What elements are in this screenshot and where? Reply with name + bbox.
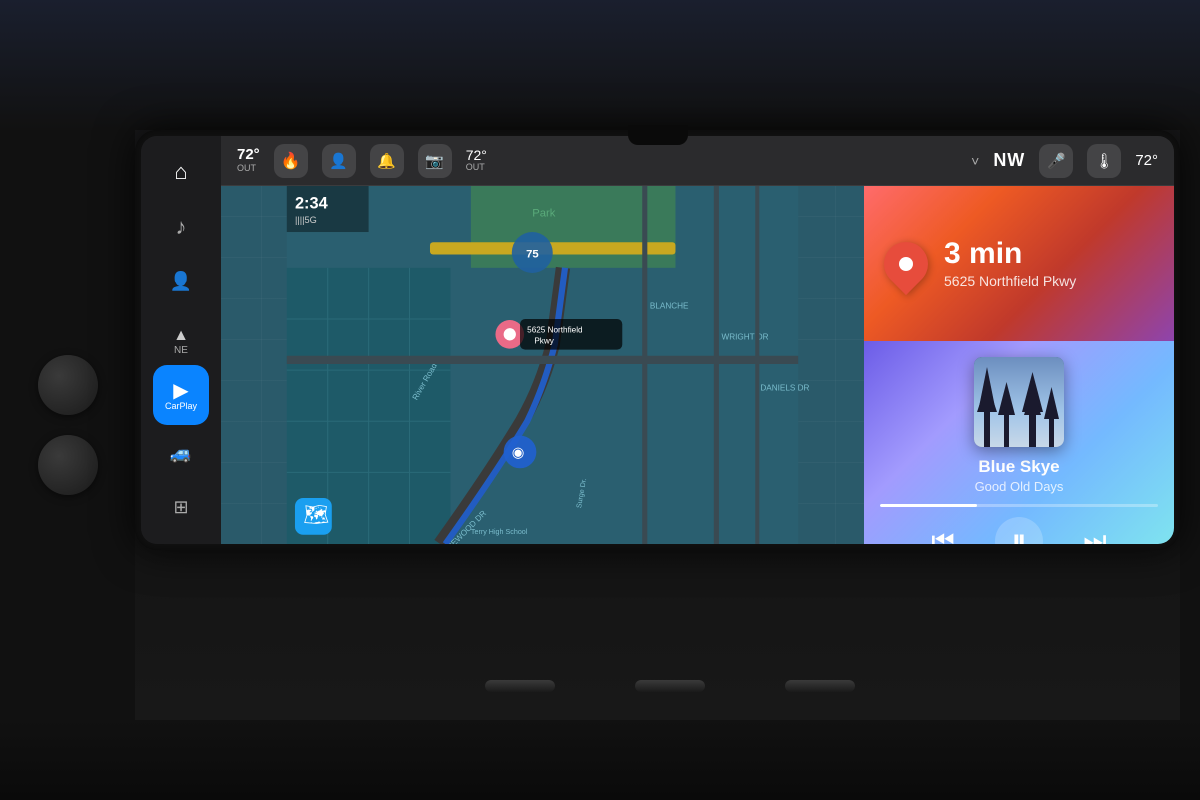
svg-text:DANIELS DR: DANIELS DR <box>760 384 809 393</box>
right-knob[interactable] <box>38 435 98 495</box>
sidebar-item-music[interactable]: ♪ <box>153 201 209 254</box>
svg-text:5625 Northfield: 5625 Northfield <box>527 325 583 334</box>
top-notch <box>628 125 688 145</box>
progress-fill <box>880 504 977 507</box>
status-bar: 72° OUT 🔥 👤 🔔 📷 72° OUT <box>221 136 1174 186</box>
right-panel: 3 min 5625 Northfield Pkwy <box>864 186 1174 544</box>
mic-icon-btn[interactable]: 🎤 <box>1039 144 1073 178</box>
sidebar-item-navigation[interactable]: ▲ NE <box>153 310 209 363</box>
svg-text:Terry High School: Terry High School <box>471 528 528 536</box>
music-controls: ⏮ ⏸ ⏭ <box>921 517 1117 544</box>
physical-controls <box>200 680 1140 720</box>
carplay-screen: ⌂ ♪ 👤 ▲ NE ▶ CarPlay 🚙 <box>141 136 1174 544</box>
nav-card: 3 min 5625 Northfield Pkwy <box>864 186 1174 341</box>
inside-temp-left: 72° OUT <box>466 148 487 173</box>
camera-icon-btn[interactable]: 📷 <box>418 144 452 178</box>
svg-text:Pkwy: Pkwy <box>534 337 554 346</box>
sidebar: ⌂ ♪ 👤 ▲ NE ▶ CarPlay 🚙 <box>141 136 221 544</box>
right-control-knob[interactable] <box>785 680 855 692</box>
svg-text:WRIGHT DR: WRIGHT DR <box>722 332 769 341</box>
camera-icon: 📷 <box>425 152 444 170</box>
sidebar-item-home[interactable]: ⌂ <box>153 146 209 199</box>
bottom-bar <box>0 720 1200 800</box>
notification-icon-btn[interactable]: 🔔 <box>370 144 404 178</box>
outside-temp: 72° OUT <box>237 147 260 173</box>
album-art-svg <box>974 357 1064 447</box>
temp-gauge-icon: 🌡 <box>1095 152 1114 170</box>
left-panel <box>0 130 135 720</box>
engine-temp-btn[interactable]: 🌡 <box>1087 144 1121 178</box>
svg-text:||||5G: ||||5G <box>295 215 317 225</box>
main-content: Park 75 <box>221 186 1174 544</box>
contacts-icon: 👤 <box>329 152 348 170</box>
status-right: NW 🎤 🌡 72° <box>993 144 1158 178</box>
nav-info: 3 min 5625 Northfield Pkwy <box>944 239 1154 289</box>
forward-icon: ⏭ <box>1083 525 1106 544</box>
home-icon: ⌂ <box>174 159 187 185</box>
svg-text:Park: Park <box>532 208 556 220</box>
navigation-icon: ▲ <box>173 327 189 345</box>
music-card: Blue Skye Good Old Days ⏮ ⏸ <box>864 341 1174 544</box>
progress-bar[interactable] <box>880 504 1158 507</box>
screen-bezel: ⌂ ♪ 👤 ▲ NE ▶ CarPlay 🚙 <box>135 130 1180 550</box>
pause-icon: ⏸ <box>995 517 1043 544</box>
nav-pin-icon <box>875 232 937 294</box>
compass-display: NW <box>993 150 1025 171</box>
chevron-down-icon[interactable]: ˅ <box>971 153 979 169</box>
svg-text:75: 75 <box>526 249 539 261</box>
carplay-label: CarPlay <box>165 401 197 411</box>
sidebar-item-carplay[interactable]: ▶ CarPlay <box>153 365 209 425</box>
carplay-icon: ▶ <box>173 378 188 403</box>
nav-eta: 3 min <box>944 239 1154 269</box>
map-svg: Park 75 <box>221 186 864 544</box>
rewind-button[interactable]: ⏮ <box>921 519 965 544</box>
svg-text:2:34: 2:34 <box>295 195 329 213</box>
sidebar-item-person[interactable]: 👤 <box>153 255 209 308</box>
forward-button[interactable]: ⏭ <box>1073 519 1117 544</box>
svg-text:◉: ◉ <box>512 445 525 461</box>
sidebar-item-jeep[interactable]: 🚙 <box>153 427 209 480</box>
track-info: Blue Skye Good Old Days <box>975 457 1064 494</box>
fire-icon: 🔥 <box>281 151 301 171</box>
rewind-icon: ⏮ <box>931 525 954 544</box>
person-icon-btn[interactable]: 👤 <box>322 144 356 178</box>
album-art <box>974 357 1064 447</box>
bell-icon: 🔔 <box>377 152 396 170</box>
dashboard: ⌂ ♪ 👤 ▲ NE ▶ CarPlay 🚙 <box>0 0 1200 800</box>
jeep-icon: 🚙 <box>170 443 192 464</box>
nav-pin-dot <box>899 257 913 271</box>
track-artist: Good Old Days <box>975 479 1064 494</box>
person-icon: 👤 <box>170 271 192 292</box>
nav-address: 5625 Northfield Pkwy <box>944 273 1154 289</box>
fire-icon-btn[interactable]: 🔥 <box>274 144 308 178</box>
svg-text:BLANCHE: BLANCHE <box>650 302 689 311</box>
svg-text:🗺: 🗺 <box>303 503 329 526</box>
sidebar-item-grid[interactable]: ⊞ <box>153 481 209 534</box>
inside-temp: 72° <box>1135 152 1158 169</box>
track-name: Blue Skye <box>975 457 1064 477</box>
left-knob[interactable] <box>38 355 98 415</box>
mic-icon: 🎤 <box>1047 152 1066 170</box>
play-pause-button[interactable]: ⏸ <box>995 517 1043 544</box>
music-icon: ♪ <box>176 214 187 240</box>
map-area[interactable]: Park 75 <box>221 186 864 544</box>
top-dashboard <box>0 0 1200 130</box>
left-control-knob[interactable] <box>485 680 555 692</box>
right-outer <box>1180 130 1200 720</box>
center-control-knob[interactable] <box>635 680 705 692</box>
grid-icon: ⊞ <box>173 497 188 518</box>
